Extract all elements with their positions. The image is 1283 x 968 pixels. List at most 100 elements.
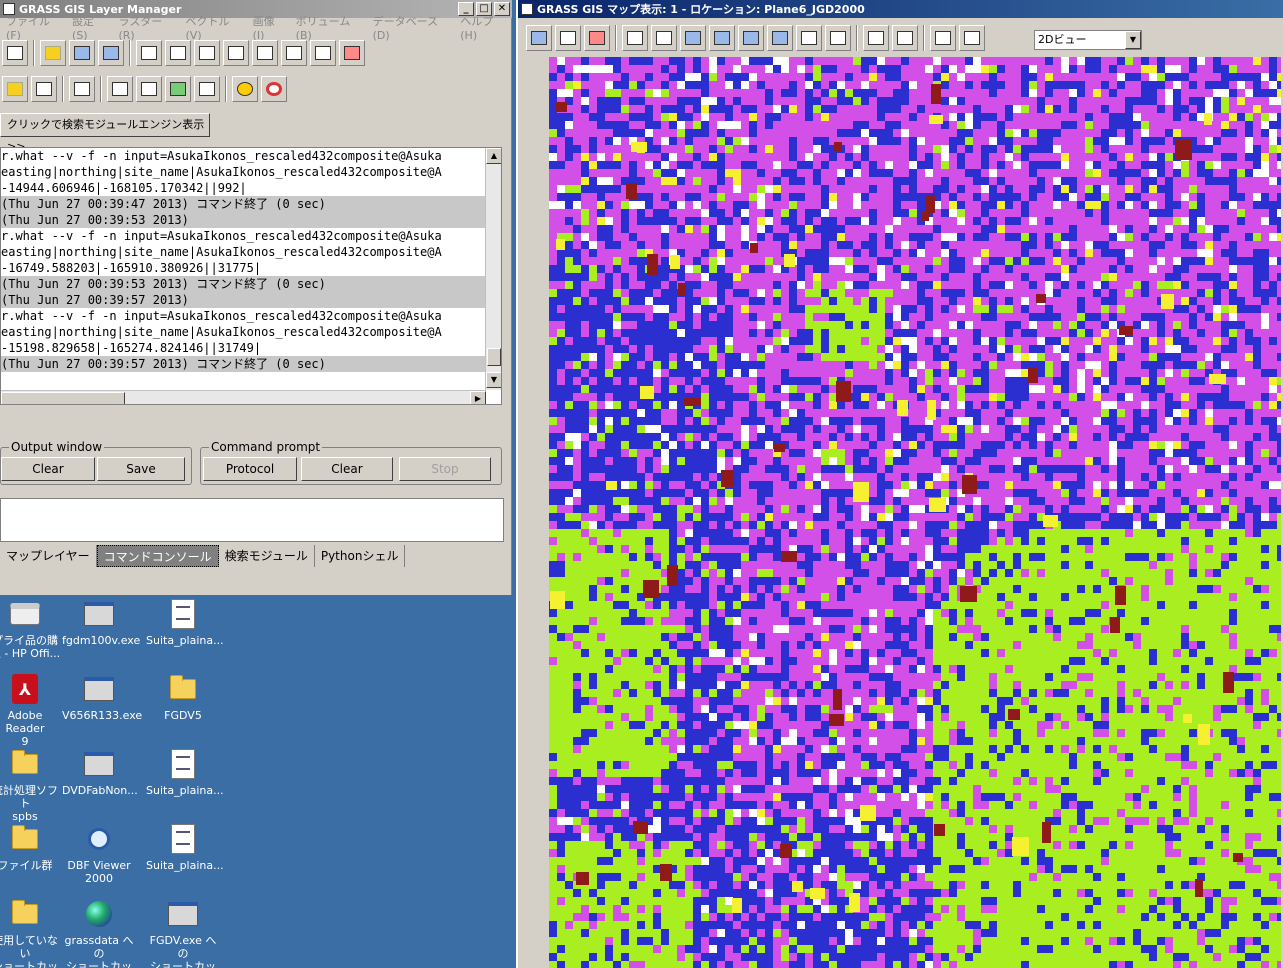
scroll-down-arrow-icon[interactable]: ▼ [486,372,501,388]
desktop-icon[interactable]: DVDFabNon... [62,748,138,797]
raster-calculator-button[interactable] [107,76,133,102]
search-module-engine-button[interactable]: クリックで検索モジュールエンジン表示 >> [0,113,210,153]
menu-item[interactable]: ラスター(R) [112,13,179,42]
help-lifebuoy-icon[interactable] [261,76,287,102]
zoom-back-button[interactable] [796,25,822,51]
console-line: -15198.829658|-165274.824146||31749| [1,341,262,355]
scrollbar-thumb[interactable] [487,348,501,366]
zoom-extent-button[interactable] [767,25,793,51]
add-group-button[interactable] [310,40,336,66]
toolbar-separator [615,25,617,51]
desktop-icon[interactable]: Suita_plaina... [146,823,224,872]
desktop-icon[interactable]: Suita_plaina... [146,748,224,797]
open-workspace-button[interactable] [69,40,95,66]
output-clear-button[interactable]: Clear [1,457,95,481]
toolbar-separator [129,40,131,66]
desktop-icon[interactable]: ⅄ Adobe Reader 9 [0,673,62,748]
folder-icon [9,748,41,780]
render-map-button[interactable] [555,25,581,51]
scroll-up-arrow-icon[interactable]: ▲ [486,148,501,164]
command-prompt-label: Command prompt [209,440,323,454]
console-horizontal-scrollbar[interactable]: ▶ [1,390,486,404]
tab-map-layers[interactable]: マップレイヤー [0,545,97,567]
command-input[interactable] [0,498,504,542]
menu-item[interactable]: ベクトル(V) [180,13,247,42]
save-workspace-button[interactable] [98,40,124,66]
desktop-icon-label: FGDV5 [164,709,202,722]
console-line: easting|northing|site_name|AsukaIkonos_r… [1,325,442,339]
folder-icon [9,898,41,930]
cartographic-composer-button[interactable] [194,76,220,102]
command-output-console[interactable]: r.what --v -f -n input=AsukaIkonos_resca… [0,147,502,405]
console-line: (Thu Jun 27 00:39:53 2013) コマンド終了 (0 sec… [1,276,486,292]
layer-toolbar-1 [2,40,365,66]
analyze-button[interactable] [863,25,889,51]
add-rgb-button[interactable] [194,40,220,66]
desktop-icon-label: FGDV.exe への ショートカット [149,934,217,968]
desktop-icon[interactable]: grassdata への ショートカット [62,898,136,968]
desktop-icon[interactable]: FGDV5 [146,673,220,722]
menu-item[interactable]: 設定(S) [66,13,112,42]
console-line: (Thu Jun 27 00:39:47 2013) コマンド終了 (0 sec… [1,196,486,212]
add-vector-button[interactable] [223,40,249,66]
graphical-modeler-button[interactable] [165,76,191,102]
desktop-icon[interactable]: V656R133.exe [62,673,142,722]
protocol-button[interactable]: Protocol [203,457,297,481]
remove-layer-button[interactable] [339,40,365,66]
query-tool-button[interactable] [651,25,677,51]
zoom-in-button[interactable] [709,25,735,51]
view-mode-select[interactable]: 2Dビュー ▼ [1034,30,1142,50]
tab-python-shell[interactable]: Pythonシェル [315,545,406,567]
map-display-titlebar[interactable]: GRASS GIS マップ表示: 1 - ロケーション: Plane6_JGD2… [518,0,1283,18]
desktop-icon[interactable]: FGDV.exe への ショートカット [146,898,220,968]
console-vertical-scrollbar[interactable]: ▲ ▼ [485,148,501,390]
erase-display-button[interactable] [584,25,610,51]
desktop-icon[interactable]: プライ品の購 入 - HP Offi... [0,598,62,660]
menu-item[interactable]: ボリューム(B) [290,13,367,42]
menu-item[interactable]: 画像(I) [247,13,290,42]
desktop-icon[interactable]: 使用していない ショートカット [0,898,62,968]
stop-button[interactable]: Stop [399,457,491,481]
console-line: (Thu Jun 27 00:39:57 2013) コマンド終了 (0 sec… [1,356,486,372]
add-multiple-raster-button[interactable] [165,40,191,66]
scroll-right-arrow-icon[interactable]: ▶ [470,391,486,404]
menu-item[interactable]: データベース(D) [367,13,455,42]
add-multiple-vector-button[interactable] [252,40,278,66]
desktop-icon[interactable]: Suita_plaina... [146,598,224,647]
tab-command-console[interactable]: コマンドコンソール [96,545,219,567]
desktop-icon[interactable]: DBF Viewer 2000 [62,823,136,885]
import-button[interactable] [69,76,95,102]
attribute-table-button[interactable] [31,76,57,102]
map-canvas[interactable] [549,57,1281,968]
prompt-clear-button[interactable]: Clear [301,457,393,481]
menu-item[interactable]: ファイル(F) [0,13,66,42]
desktop-icon[interactable]: ファイル群 [0,823,62,872]
pointer-tool-button[interactable] [622,25,648,51]
output-window-label: Output window [9,440,105,454]
display-map-button[interactable] [526,25,552,51]
folder-icon [9,823,41,855]
console-line: -16749.588203|-165910.380926||31775| [1,261,262,275]
settings-icon[interactable] [232,76,258,102]
tab-search-modules[interactable]: 検索モジュール [219,545,315,567]
add-overlay-button[interactable] [281,40,307,66]
menu-item[interactable]: ヘルプ(H) [454,13,512,42]
doc-icon [167,823,199,855]
zoom-out-button[interactable] [738,25,764,51]
print-button[interactable] [959,25,985,51]
add-raster-button[interactable] [136,40,162,66]
zoom-options-button[interactable] [825,25,851,51]
edit-vector-button[interactable] [2,76,28,102]
decoration-button[interactable] [892,25,918,51]
pan-tool-button[interactable] [680,25,706,51]
output-save-button[interactable]: Save [97,457,185,481]
desktop-icon[interactable]: fgdm100v.exe [62,598,140,647]
mag-icon [83,823,115,855]
console-line: r.what --v -f -n input=AsukaIkonos_resca… [1,149,442,163]
new-workspace-button[interactable] [40,40,66,66]
save-image-button[interactable] [930,25,956,51]
scrollbar-thumb[interactable] [1,392,125,404]
desktop-icon[interactable]: 統計処理ソフト spbs [0,748,62,823]
new-map-display-button[interactable] [2,40,28,66]
georectify-button[interactable] [136,76,162,102]
